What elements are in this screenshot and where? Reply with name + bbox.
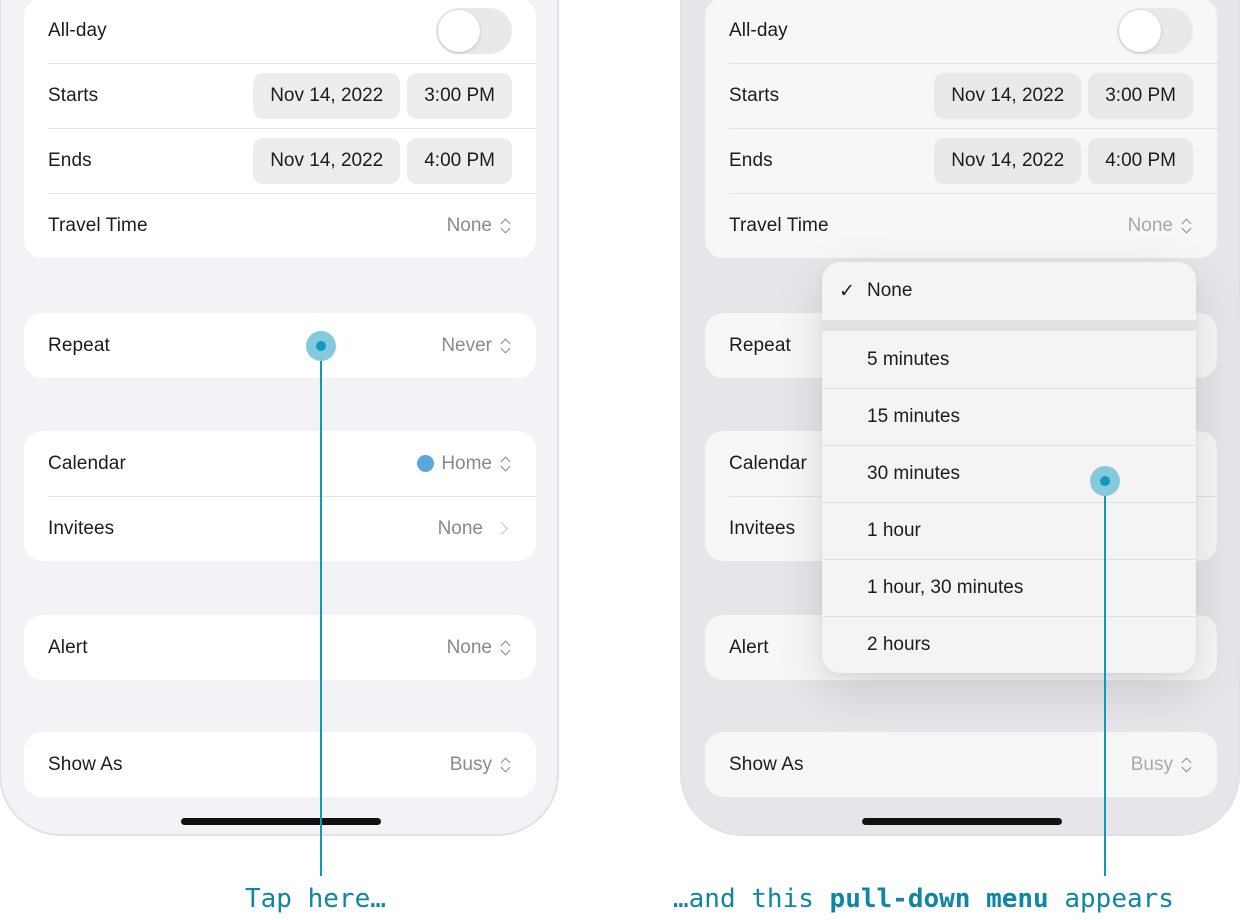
starts-label: Starts (48, 84, 99, 106)
travel-time-value: None (1127, 214, 1173, 236)
phone-before: All-day Starts Nov 14, 2022 3:00 PM Ends… (0, 0, 559, 836)
invitees-row[interactable]: Invitees None (24, 496, 536, 561)
menu-item-none[interactable]: ✓ None (822, 262, 1196, 320)
menu-item-label: 30 minutes (867, 462, 960, 484)
chevron-up-down-icon (1181, 757, 1193, 773)
chevron-up-down-icon (1181, 218, 1193, 234)
menu-section-divider (822, 320, 1196, 331)
alert-row[interactable]: Alert None (24, 615, 536, 680)
all-day-toggle[interactable] (436, 7, 512, 54)
show-as-value: Busy (1130, 753, 1173, 775)
chevron-up-down-icon (500, 338, 512, 354)
show-as-label: Show As (729, 753, 804, 775)
menu-item-1-hour[interactable]: 1 hour (822, 502, 1196, 559)
toggle-knob (438, 9, 480, 52)
callout-line-right (1104, 481, 1106, 876)
repeat-value: Never (441, 334, 492, 356)
show-as-value: Busy (449, 753, 492, 775)
caption-tap-here: Tap here… (245, 884, 386, 914)
ends-time-button[interactable]: 4:00 PM (1088, 137, 1193, 184)
caption-emphasis: pull-down menu (829, 884, 1049, 914)
travel-time-value: None (446, 214, 492, 236)
menu-item-label: 15 minutes (867, 405, 960, 427)
callout-line-left (320, 346, 322, 876)
starts-time-button[interactable]: 3:00 PM (1088, 72, 1193, 119)
checkmark-icon: ✓ (839, 280, 855, 302)
caption-menu-appears: …and this pull-down menu appears (673, 884, 1174, 914)
phone-after: All-day Starts Nov 14, 2022 3:00 PM Ends… (680, 0, 1240, 836)
date-time-card: All-day Starts Nov 14, 2022 3:00 PM Ends… (705, 0, 1217, 258)
chevron-up-down-icon (500, 218, 512, 234)
menu-item-30-minutes[interactable]: 30 minutes (822, 445, 1196, 502)
tap-indicator-dot (1100, 476, 1110, 486)
show-as-row[interactable]: Show As Busy (24, 732, 536, 797)
event-form-screen: All-day Starts Nov 14, 2022 3:00 PM Ends… (1, 0, 557, 834)
event-form-screen-dimmed: All-day Starts Nov 14, 2022 3:00 PM Ends… (682, 0, 1238, 834)
starts-date-button[interactable]: Nov 14, 2022 (253, 72, 401, 119)
menu-item-label: 2 hours (867, 633, 931, 655)
chevron-up-down-icon (500, 757, 512, 773)
menu-item-label: 1 hour, 30 minutes (867, 576, 1024, 598)
starts-time-button[interactable]: 3:00 PM (407, 72, 512, 119)
show-as-card: Show As Busy (24, 732, 536, 797)
starts-label: Starts (729, 84, 780, 106)
ends-label: Ends (729, 149, 773, 171)
alert-value: None (446, 636, 492, 658)
caption-text: …and this (673, 884, 830, 914)
chevron-up-down-icon (500, 456, 512, 472)
travel-time-row[interactable]: Travel Time None (705, 193, 1217, 258)
calendar-label: Calendar (48, 452, 126, 474)
ends-date-button[interactable]: Nov 14, 2022 (934, 137, 1082, 184)
ends-time-button[interactable]: 4:00 PM (407, 137, 512, 184)
alert-card: Alert None (24, 615, 536, 680)
repeat-label: Repeat (48, 334, 110, 356)
travel-time-row[interactable]: Travel Time None (24, 193, 536, 258)
menu-item-label: None (867, 280, 913, 301)
toggle-knob (1119, 9, 1161, 52)
repeat-card: Repeat Never (24, 313, 536, 378)
menu-item-label: 1 hour (867, 519, 921, 541)
all-day-row: All-day (705, 0, 1217, 63)
menu-item-2-hours[interactable]: 2 hours (822, 616, 1196, 673)
starts-row: Starts Nov 14, 2022 3:00 PM (24, 63, 536, 128)
menu-item-1-hour-30-minutes[interactable]: 1 hour, 30 minutes (822, 559, 1196, 616)
travel-time-label: Travel Time (48, 214, 148, 236)
calendar-value: Home (441, 452, 492, 474)
all-day-row: All-day (24, 0, 536, 63)
menu-item-label: 5 minutes (867, 348, 950, 370)
travel-time-label: Travel Time (729, 214, 829, 236)
caption-text: appears (1048, 884, 1174, 914)
ends-date-button[interactable]: Nov 14, 2022 (253, 137, 401, 184)
chevron-right-icon (495, 522, 508, 535)
home-indicator[interactable] (181, 818, 381, 825)
invitees-value: None (437, 517, 483, 539)
home-indicator[interactable] (862, 818, 1062, 825)
ends-row: Ends Nov 14, 2022 4:00 PM (24, 128, 536, 193)
calendar-color-dot (417, 455, 435, 472)
chevron-up-down-icon (500, 640, 512, 656)
menu-item-5-minutes[interactable]: 5 minutes (822, 331, 1196, 388)
menu-item-15-minutes[interactable]: 15 minutes (822, 388, 1196, 445)
starts-row: Starts Nov 14, 2022 3:00 PM (705, 63, 1217, 128)
starts-date-button[interactable]: Nov 14, 2022 (934, 72, 1082, 119)
all-day-label: All-day (729, 19, 788, 41)
ends-label: Ends (48, 149, 92, 171)
calendar-card: Calendar Home Invitees None (24, 431, 536, 561)
alert-label: Alert (48, 636, 88, 658)
date-time-card: All-day Starts Nov 14, 2022 3:00 PM Ends… (24, 0, 536, 258)
all-day-label: All-day (48, 19, 107, 41)
all-day-toggle[interactable] (1117, 7, 1193, 54)
ends-row: Ends Nov 14, 2022 4:00 PM (705, 128, 1217, 193)
show-as-card: Show As Busy (705, 732, 1217, 797)
calendar-row[interactable]: Calendar Home (24, 431, 536, 496)
repeat-row[interactable]: Repeat Never (24, 313, 536, 378)
tap-indicator-dot (316, 341, 326, 351)
travel-time-pulldown-menu: ✓ None 5 minutes 15 minutes 30 minutes 1… (822, 262, 1196, 673)
show-as-label: Show As (48, 753, 123, 775)
invitees-label: Invitees (48, 517, 115, 539)
show-as-row[interactable]: Show As Busy (705, 732, 1217, 797)
